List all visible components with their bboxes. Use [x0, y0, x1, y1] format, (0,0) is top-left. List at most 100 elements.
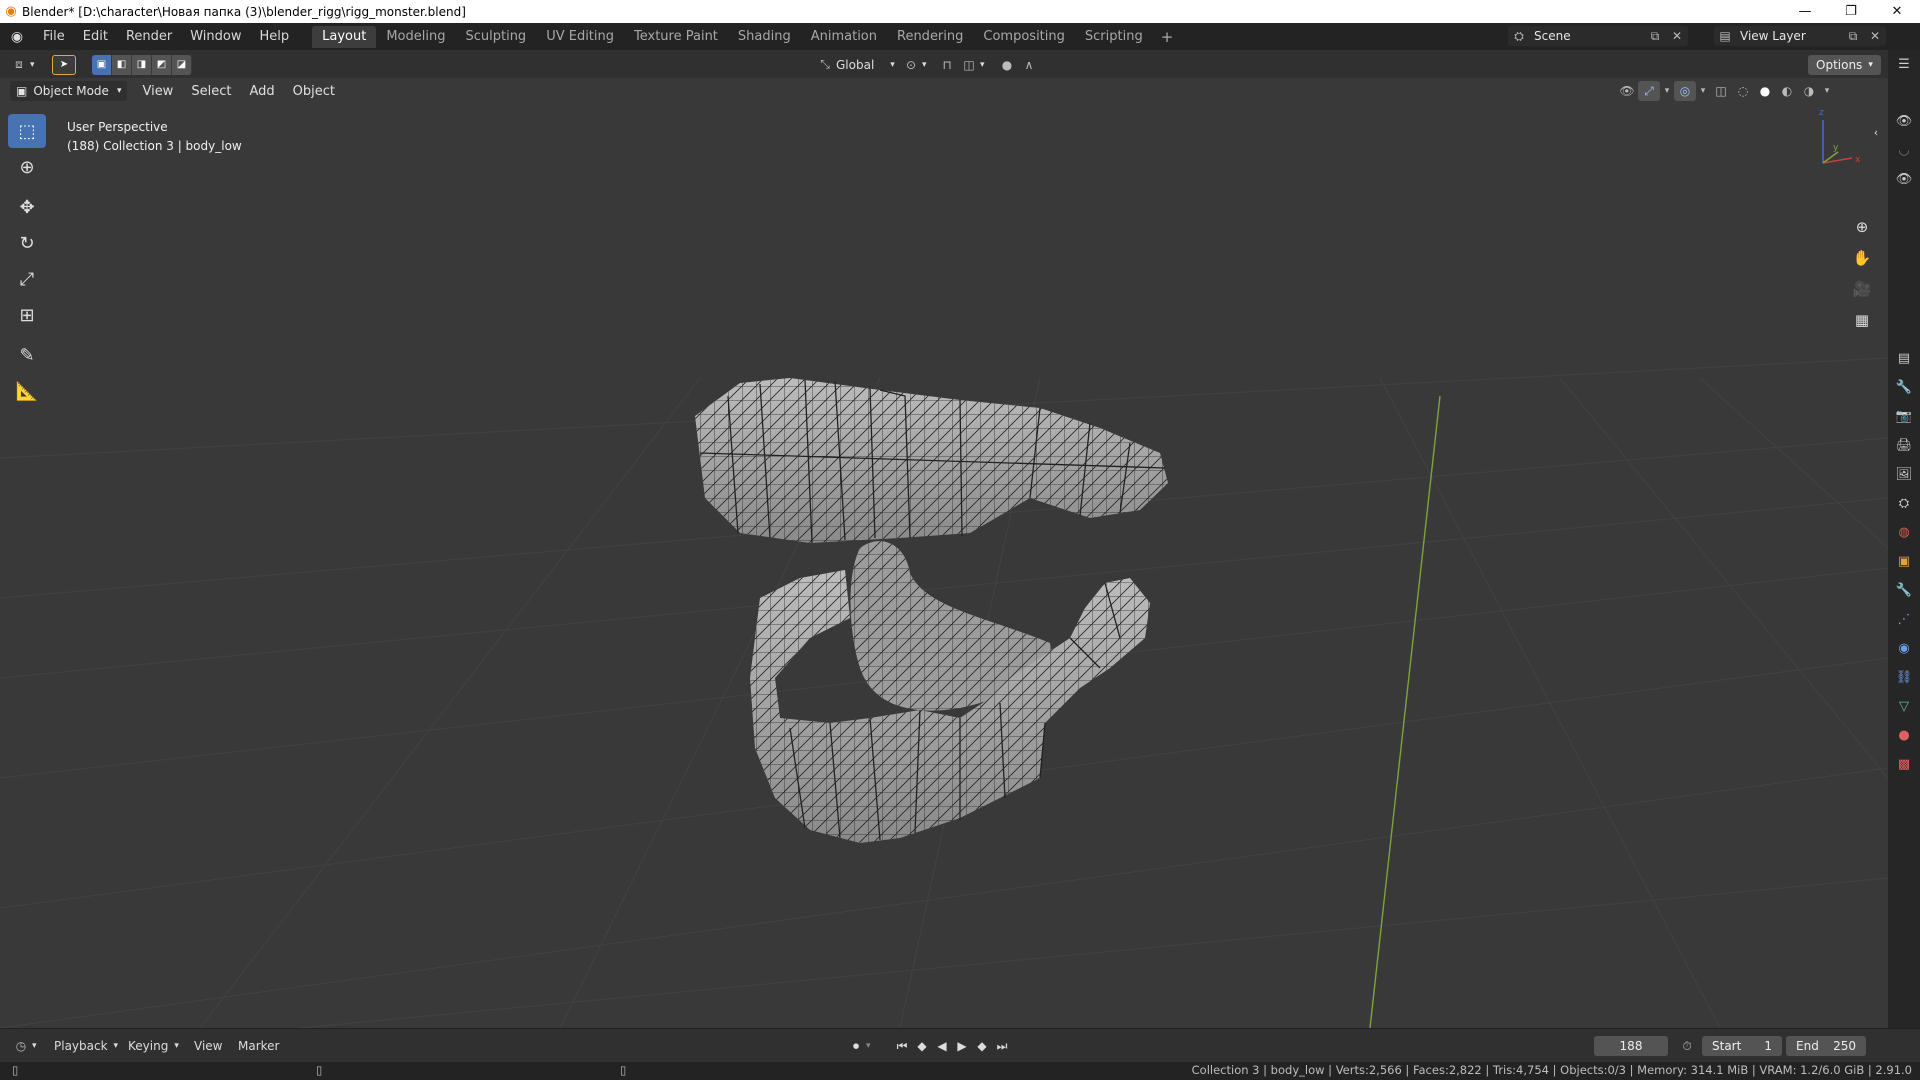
- pan-hand-icon[interactable]: ✋: [1848, 244, 1876, 272]
- scene-properties-icon[interactable]: ⛭: [1888, 489, 1920, 518]
- snap-controls[interactable]: ⊓ ◫ ▾: [936, 54, 984, 75]
- overlays-icon[interactable]: ◎: [1674, 81, 1696, 101]
- jump-end-icon[interactable]: ⏭: [992, 1039, 1012, 1054]
- visibility-icon[interactable]: 👁: [1616, 81, 1638, 101]
- 3d-viewport[interactable]: z x y User Perspective (188) Collection …: [0, 78, 1888, 1028]
- outliner-eye-icon[interactable]: 👁: [1888, 165, 1920, 194]
- minimize-icon[interactable]: —: [1782, 0, 1828, 23]
- tab-animation[interactable]: Animation: [801, 26, 887, 48]
- shading-dropdown-icon[interactable]: ▾: [1820, 81, 1834, 101]
- tab-scripting[interactable]: Scripting: [1075, 26, 1153, 48]
- annotate-icon[interactable]: ✎: [8, 338, 46, 372]
- timeline-menu-playback[interactable]: Playback ▾: [54, 1036, 118, 1056]
- overlays-dropdown-icon[interactable]: ▾: [1696, 81, 1710, 101]
- mesh-data-properties-icon[interactable]: ▽: [1888, 692, 1920, 721]
- tool-properties-icon[interactable]: 🔧: [1888, 373, 1920, 402]
- particle-properties-icon[interactable]: ⋰: [1888, 605, 1920, 634]
- tab-sculpting[interactable]: Sculpting: [455, 26, 536, 48]
- constraint-properties-icon[interactable]: ⛓: [1888, 663, 1920, 692]
- timeline-editor-type[interactable]: ◷ ▾: [10, 1036, 37, 1056]
- select-subtract-icon[interactable]: ◨: [132, 54, 152, 75]
- tab-rendering[interactable]: Rendering: [887, 26, 973, 48]
- scale-icon[interactable]: ⤢: [8, 262, 46, 296]
- pivot-point-dropdown[interactable]: ⊙ ▾: [900, 54, 927, 75]
- material-shading-icon[interactable]: ◐: [1776, 81, 1798, 101]
- proportional-editing[interactable]: ● ∧: [996, 54, 1040, 75]
- scene-selector[interactable]: ⛭ Scene ⧉ ✕: [1508, 26, 1688, 46]
- new-scene-icon[interactable]: ⧉: [1644, 26, 1666, 46]
- play-icon[interactable]: ▶: [952, 1039, 972, 1053]
- select-intersect-icon[interactable]: ◪: [172, 54, 192, 75]
- world-properties-icon[interactable]: ◍: [1888, 518, 1920, 547]
- restore-icon[interactable]: ❐: [1828, 0, 1874, 23]
- tab-texture-paint[interactable]: Texture Paint: [624, 26, 728, 48]
- cursor-icon[interactable]: ⊕: [8, 150, 46, 184]
- tab-layout[interactable]: Layout: [312, 25, 377, 48]
- rendered-shading-icon[interactable]: ◑: [1798, 81, 1820, 101]
- menu-edit[interactable]: Edit: [74, 23, 117, 50]
- options-label[interactable]: Options ▾: [1808, 54, 1881, 75]
- options-dropdown[interactable]: Options ▾: [1808, 54, 1881, 75]
- select-box-icon[interactable]: ⬚: [8, 114, 46, 148]
- modifier-properties-icon[interactable]: 🔧: [1888, 576, 1920, 605]
- current-frame-field[interactable]: 188: [1594, 1036, 1668, 1056]
- outliner-icon[interactable]: ☰: [1888, 50, 1920, 79]
- outliner-hidden-icon[interactable]: ◡: [1888, 136, 1920, 165]
- axis-gizmo[interactable]: z x y: [1819, 108, 1861, 165]
- tab-uv-editing[interactable]: UV Editing: [536, 26, 624, 48]
- new-view-layer-icon[interactable]: ⧉: [1842, 26, 1864, 46]
- select-new-icon[interactable]: ▣: [92, 54, 112, 75]
- physics-properties-icon[interactable]: ◉: [1888, 634, 1920, 663]
- add-workspace-icon[interactable]: +: [1153, 28, 1182, 46]
- properties-editor-icon[interactable]: ▤: [1888, 344, 1920, 373]
- active-tool-button[interactable]: ➤: [52, 54, 76, 75]
- object-properties-icon[interactable]: ▣: [1888, 547, 1920, 576]
- delete-scene-icon[interactable]: ✕: [1666, 26, 1688, 46]
- snap-icon[interactable]: ⊓: [936, 55, 958, 75]
- viewport-menu-add[interactable]: Add: [240, 84, 283, 99]
- end-frame-field[interactable]: End 250: [1786, 1036, 1866, 1056]
- transform-orientation[interactable]: ⤡ Global ▾: [814, 54, 895, 75]
- solid-shading-icon[interactable]: ●: [1754, 81, 1776, 101]
- camera-view-icon[interactable]: 🎥: [1848, 275, 1876, 303]
- timeline-menu-keying[interactable]: Keying ▾: [128, 1036, 179, 1056]
- xray-icon[interactable]: ◫: [1710, 81, 1732, 101]
- perspective-toggle-icon[interactable]: ▦: [1848, 306, 1876, 334]
- select-invert-icon[interactable]: ◩: [152, 54, 172, 75]
- tab-modeling[interactable]: Modeling: [376, 26, 455, 48]
- timeline-menu-marker[interactable]: Marker: [238, 1036, 279, 1056]
- viewport-menu-object[interactable]: Object: [284, 84, 344, 99]
- measure-icon[interactable]: 📐: [8, 374, 46, 408]
- viewport-menu-view[interactable]: View: [133, 84, 182, 99]
- next-keyframe-icon[interactable]: ◆: [972, 1039, 992, 1053]
- record-keyframe-icon[interactable]: ⏺ ▾: [846, 1036, 871, 1056]
- view-layer-properties-icon[interactable]: 🖼: [1888, 460, 1920, 489]
- outliner-visibility-icon[interactable]: 👁: [1888, 107, 1920, 136]
- menu-window[interactable]: Window: [181, 23, 250, 50]
- start-frame-field[interactable]: Start 1: [1702, 1036, 1782, 1056]
- menu-help[interactable]: Help: [251, 23, 299, 50]
- rotate-icon[interactable]: ↻: [8, 226, 46, 260]
- gizmo-dropdown-icon[interactable]: ▾: [1660, 81, 1674, 101]
- snap-target-icon[interactable]: ◫: [958, 55, 980, 75]
- material-properties-icon[interactable]: ●: [1888, 721, 1920, 750]
- delete-view-layer-icon[interactable]: ✕: [1864, 26, 1886, 46]
- texture-properties-icon[interactable]: ▩: [1888, 750, 1920, 779]
- tab-shading[interactable]: Shading: [728, 26, 801, 48]
- wireframe-shading-icon[interactable]: ◌: [1732, 81, 1754, 101]
- close-icon[interactable]: ✕: [1874, 0, 1920, 23]
- zoom-icon[interactable]: ⊕: [1848, 213, 1876, 241]
- viewport-menu-select[interactable]: Select: [182, 84, 240, 99]
- menu-render[interactable]: Render: [117, 23, 181, 50]
- proportional-edit-icon[interactable]: ●: [996, 55, 1018, 75]
- move-icon[interactable]: ✥: [8, 190, 46, 224]
- blender-menu-icon[interactable]: ◉: [0, 29, 34, 45]
- sidebar-toggle-icon[interactable]: ‹: [1868, 118, 1884, 146]
- view-layer-selector[interactable]: ▤ View Layer ⧉ ✕: [1714, 26, 1886, 46]
- object-mode-dropdown[interactable]: ▣ Object Mode ▾: [10, 81, 128, 101]
- select-extend-icon[interactable]: ◧: [112, 54, 132, 75]
- render-properties-icon[interactable]: 📷: [1888, 402, 1920, 431]
- timeline-menu-view[interactable]: View: [194, 1036, 222, 1056]
- tab-compositing[interactable]: Compositing: [973, 26, 1075, 48]
- transform-icon[interactable]: ⊞: [8, 298, 46, 332]
